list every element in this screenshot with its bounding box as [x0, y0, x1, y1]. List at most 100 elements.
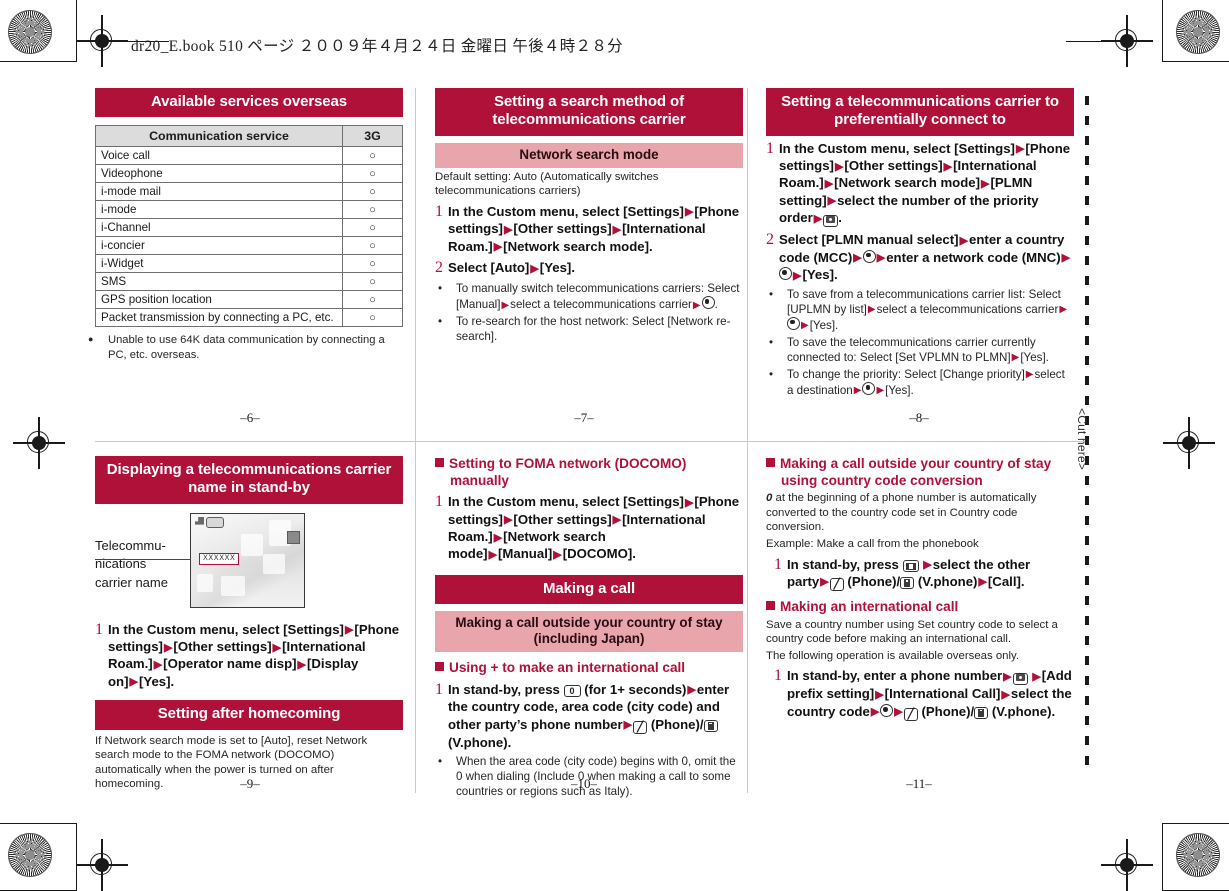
- arrow-icon: ▶: [813, 212, 823, 225]
- arrow-icon: ▶: [875, 688, 884, 701]
- cell-service-name: i-concier: [95, 236, 343, 256]
- step-1: 1 In the Custom menu, select [Settings]▶…: [95, 621, 403, 691]
- arrow-icon: ▶: [1001, 688, 1010, 701]
- folio-page-10: –10–: [571, 776, 597, 791]
- subtitle-setting-after-homecoming: Setting after homecoming: [95, 700, 403, 730]
- wallpaper-blob: [197, 573, 213, 592]
- arrow-icon: ▶: [503, 514, 513, 527]
- arrow-icon: ▶: [870, 706, 880, 719]
- table-row: i-Channel ○: [95, 218, 403, 238]
- bullet-re-search: To re-search for the host network: Selec…: [435, 314, 743, 344]
- arrow-icon: ▶: [1025, 369, 1034, 381]
- select-key-icon: [701, 296, 715, 310]
- folio-page-8: –8–: [909, 410, 929, 425]
- folio-page-11: –11–: [906, 776, 932, 791]
- zero-key-icon: 0: [563, 684, 581, 697]
- bullet-set-vplmn: To save the telecommunications carrier c…: [766, 335, 1074, 365]
- videophone-key-icon: [974, 706, 989, 719]
- cell-3g-mark: ○: [342, 218, 403, 238]
- registration-target-top-left: [76, 15, 128, 67]
- step-text: In the Custom menu, select [Settings]▶[P…: [448, 203, 740, 254]
- battery-icon: [206, 516, 224, 528]
- step-number: 2: [435, 259, 443, 277]
- step-text: In stand-by, press 0 (for 1+ seconds)▶en…: [448, 681, 730, 750]
- folio-page-7: –7–: [574, 410, 594, 425]
- phone-key-icon: ╱: [829, 577, 844, 591]
- cell-service-name: GPS position location: [95, 290, 343, 310]
- panel-search-method: Setting a search method of telecommunica…: [435, 88, 743, 344]
- callout-leader-line: [95, 558, 198, 560]
- step-2: 2 Select [Auto]▶[Yes].: [435, 259, 743, 278]
- step-2: 1 In stand-by, press 0 (for 1+ seconds)▶…: [435, 681, 743, 751]
- folio-page-9: –9–: [240, 776, 260, 791]
- step-1: 1 In the Custom menu, select [Settings]▶…: [766, 140, 1074, 228]
- step-text: In the Custom menu, select [Settings]▶[P…: [779, 140, 1071, 228]
- arrow-icon: ▶: [612, 514, 622, 527]
- select-key-icon: [862, 249, 876, 263]
- phonebook-key-icon: [902, 559, 919, 572]
- registration-target-bottom-right: [1101, 839, 1153, 891]
- step-text: Select [Auto]▶[Yes].: [448, 260, 575, 276]
- arrow-icon: ▶: [1011, 352, 1020, 364]
- body-overseas-only: The following operation is available ove…: [766, 649, 1020, 662]
- step-text: Select [PLMN manual select]▶enter a coun…: [779, 232, 1071, 283]
- step-2: 1 In stand-by, enter a phone number▶ ▶[A…: [766, 667, 1074, 721]
- arrow-icon: ▶: [493, 241, 503, 254]
- folio-page-6: –6–: [240, 410, 260, 425]
- step-2: 2 Select [PLMN manual select]▶enter a co…: [766, 231, 1074, 283]
- arrow-icon: ▶: [488, 548, 498, 561]
- arrow-icon: ▶: [876, 385, 885, 397]
- cell-3g-mark: ○: [342, 236, 403, 256]
- panel-title-display-carrier-name: Displaying a telecommunications carrier …: [95, 456, 403, 504]
- registration-target-mid-right: [1163, 417, 1215, 469]
- wallpaper-blob: [241, 533, 263, 556]
- cell-service-name: i-Widget: [95, 254, 343, 274]
- phone-key-icon: ╱: [903, 707, 918, 721]
- wallpaper-blob: [221, 575, 245, 596]
- body-international-call: Save a country number using Set country …: [766, 618, 1058, 646]
- panel-title-search-method: Setting a search method of telecommunica…: [435, 88, 743, 136]
- col-header-service: Communication service: [95, 125, 343, 148]
- arrow-icon: ▶: [692, 299, 701, 311]
- panel-display-carrier-name: Displaying a telecommunications carrier …: [95, 456, 403, 792]
- arrow-icon: ▶: [612, 223, 622, 236]
- square-bullet-icon: [435, 458, 444, 467]
- bullet-change-priority: To change the priority: Select [Change p…: [766, 367, 1074, 398]
- panel-title-available-services: Available services overseas: [95, 88, 403, 118]
- arrow-icon: ▶: [853, 252, 862, 265]
- step-1: 1 In stand-by, press ▶select the other p…: [766, 556, 1074, 591]
- heading-foma-manual: Setting to FOMA network (DOCOMO) manuall…: [435, 456, 743, 489]
- arrow-icon: ▶: [1059, 304, 1068, 316]
- square-bullet-icon: [766, 600, 775, 610]
- signal-icon: [195, 516, 204, 525]
- wallpaper-blob: [263, 553, 285, 574]
- panel-country-code-conversion: Making a call outside your country of st…: [766, 456, 1074, 721]
- arrow-icon: ▶: [867, 304, 876, 316]
- table-row: Packet transmission by connecting a PC, …: [95, 308, 403, 328]
- body-example-phonebook: Example: Make a call from the phonebook: [766, 537, 979, 550]
- registration-target-bottom-left: [76, 839, 128, 891]
- camera-key-icon: [1012, 673, 1028, 686]
- step-text: In the Custom menu, select [Settings]▶[P…: [108, 621, 400, 689]
- cell-service-name: Voice call: [95, 146, 343, 166]
- table-row: GPS position location ○: [95, 290, 403, 310]
- heading-using-plus: Using + to make an international call: [435, 660, 743, 677]
- camera-key-icon: [823, 215, 839, 228]
- arrow-icon: ▶: [623, 719, 633, 732]
- arrow-icon: ▶: [894, 706, 903, 719]
- subheading-call-outside-country: Making a call outside your country of st…: [435, 611, 743, 653]
- panel-preferential-carrier: Setting a telecommunications carrier to …: [766, 88, 1074, 398]
- page-grid: Available services overseas Communicatio…: [95, 88, 1085, 798]
- cell-3g-mark: ○: [342, 290, 403, 310]
- table-row: SMS ○: [95, 272, 403, 292]
- step-1: 1 In the Custom menu, select [Settings]▶…: [435, 203, 743, 255]
- select-key-icon: [779, 267, 792, 281]
- table-row: i-Widget ○: [95, 254, 403, 274]
- arrow-icon: ▶: [820, 576, 829, 589]
- arrow-icon: ▶: [981, 177, 990, 190]
- panel-title-preferential-carrier: Setting a telecommunications carrier to …: [766, 88, 1074, 136]
- section-title-making-a-call: Making a call: [435, 574, 743, 605]
- carrier-name-chip: XXXXXX: [199, 552, 240, 565]
- default-setting-note: Default setting: Auto (Automatically swi…: [435, 170, 659, 198]
- cell-3g-mark: ○: [342, 272, 403, 292]
